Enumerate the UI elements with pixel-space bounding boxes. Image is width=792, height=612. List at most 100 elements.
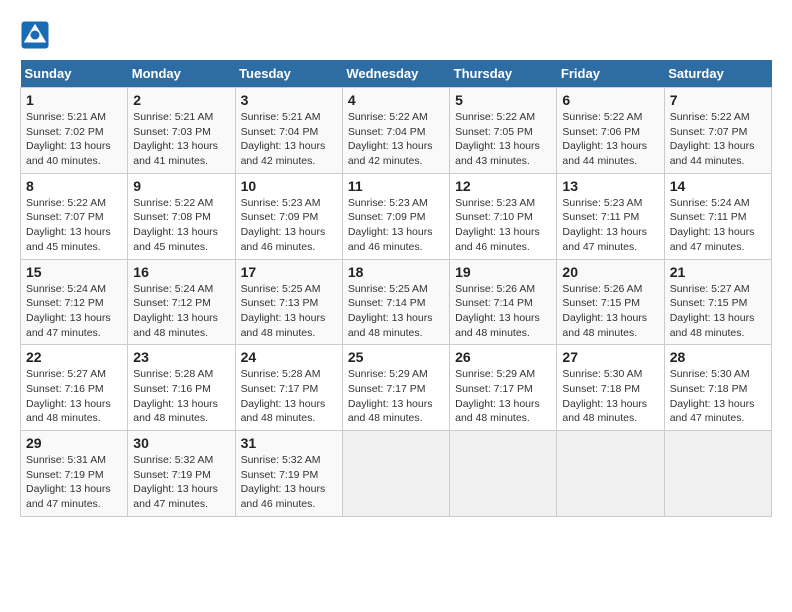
- day-number: 31: [241, 435, 337, 451]
- day-info: Sunrise: 5:24 AM Sunset: 7:12 PM Dayligh…: [26, 282, 122, 341]
- day-number: 10: [241, 178, 337, 194]
- calendar-cell: 7 Sunrise: 5:22 AM Sunset: 7:07 PM Dayli…: [664, 88, 771, 174]
- day-info: Sunrise: 5:26 AM Sunset: 7:14 PM Dayligh…: [455, 282, 551, 341]
- calendar-week-5: 29 Sunrise: 5:31 AM Sunset: 7:19 PM Dayl…: [21, 431, 772, 517]
- calendar-header: SundayMondayTuesdayWednesdayThursdayFrid…: [21, 60, 772, 88]
- day-number: 15: [26, 264, 122, 280]
- calendar-cell: 6 Sunrise: 5:22 AM Sunset: 7:06 PM Dayli…: [557, 88, 664, 174]
- calendar-cell: 18 Sunrise: 5:25 AM Sunset: 7:14 PM Dayl…: [342, 259, 449, 345]
- day-info: Sunrise: 5:25 AM Sunset: 7:14 PM Dayligh…: [348, 282, 444, 341]
- calendar-cell: 13 Sunrise: 5:23 AM Sunset: 7:11 PM Dayl…: [557, 173, 664, 259]
- calendar-cell: 27 Sunrise: 5:30 AM Sunset: 7:18 PM Dayl…: [557, 345, 664, 431]
- calendar-cell: 1 Sunrise: 5:21 AM Sunset: 7:02 PM Dayli…: [21, 88, 128, 174]
- day-number: 22: [26, 349, 122, 365]
- calendar-cell: [664, 431, 771, 517]
- header-cell-monday: Monday: [128, 60, 235, 88]
- calendar-week-1: 1 Sunrise: 5:21 AM Sunset: 7:02 PM Dayli…: [21, 88, 772, 174]
- day-info: Sunrise: 5:28 AM Sunset: 7:16 PM Dayligh…: [133, 367, 229, 426]
- day-info: Sunrise: 5:21 AM Sunset: 7:02 PM Dayligh…: [26, 110, 122, 169]
- calendar-cell: 23 Sunrise: 5:28 AM Sunset: 7:16 PM Dayl…: [128, 345, 235, 431]
- day-info: Sunrise: 5:27 AM Sunset: 7:15 PM Dayligh…: [670, 282, 766, 341]
- header-cell-thursday: Thursday: [450, 60, 557, 88]
- day-info: Sunrise: 5:23 AM Sunset: 7:10 PM Dayligh…: [455, 196, 551, 255]
- day-info: Sunrise: 5:25 AM Sunset: 7:13 PM Dayligh…: [241, 282, 337, 341]
- day-number: 28: [670, 349, 766, 365]
- calendar-cell: 31 Sunrise: 5:32 AM Sunset: 7:19 PM Dayl…: [235, 431, 342, 517]
- calendar-cell: 10 Sunrise: 5:23 AM Sunset: 7:09 PM Dayl…: [235, 173, 342, 259]
- calendar-cell: 11 Sunrise: 5:23 AM Sunset: 7:09 PM Dayl…: [342, 173, 449, 259]
- calendar-cell: 30 Sunrise: 5:32 AM Sunset: 7:19 PM Dayl…: [128, 431, 235, 517]
- calendar-body: 1 Sunrise: 5:21 AM Sunset: 7:02 PM Dayli…: [21, 88, 772, 517]
- day-info: Sunrise: 5:32 AM Sunset: 7:19 PM Dayligh…: [241, 453, 337, 512]
- calendar-cell: 3 Sunrise: 5:21 AM Sunset: 7:04 PM Dayli…: [235, 88, 342, 174]
- day-number: 19: [455, 264, 551, 280]
- calendar-cell: 14 Sunrise: 5:24 AM Sunset: 7:11 PM Dayl…: [664, 173, 771, 259]
- day-info: Sunrise: 5:29 AM Sunset: 7:17 PM Dayligh…: [455, 367, 551, 426]
- calendar-week-2: 8 Sunrise: 5:22 AM Sunset: 7:07 PM Dayli…: [21, 173, 772, 259]
- day-info: Sunrise: 5:22 AM Sunset: 7:05 PM Dayligh…: [455, 110, 551, 169]
- day-info: Sunrise: 5:26 AM Sunset: 7:15 PM Dayligh…: [562, 282, 658, 341]
- calendar-cell: 15 Sunrise: 5:24 AM Sunset: 7:12 PM Dayl…: [21, 259, 128, 345]
- calendar-cell: 12 Sunrise: 5:23 AM Sunset: 7:10 PM Dayl…: [450, 173, 557, 259]
- calendar-cell: 4 Sunrise: 5:22 AM Sunset: 7:04 PM Dayli…: [342, 88, 449, 174]
- calendar-cell: [342, 431, 449, 517]
- day-info: Sunrise: 5:22 AM Sunset: 7:08 PM Dayligh…: [133, 196, 229, 255]
- calendar-week-4: 22 Sunrise: 5:27 AM Sunset: 7:16 PM Dayl…: [21, 345, 772, 431]
- calendar-cell: [557, 431, 664, 517]
- calendar-cell: 19 Sunrise: 5:26 AM Sunset: 7:14 PM Dayl…: [450, 259, 557, 345]
- day-number: 16: [133, 264, 229, 280]
- day-number: 21: [670, 264, 766, 280]
- logo-icon: [20, 20, 50, 50]
- day-info: Sunrise: 5:23 AM Sunset: 7:11 PM Dayligh…: [562, 196, 658, 255]
- day-info: Sunrise: 5:22 AM Sunset: 7:07 PM Dayligh…: [26, 196, 122, 255]
- day-number: 11: [348, 178, 444, 194]
- day-number: 29: [26, 435, 122, 451]
- day-info: Sunrise: 5:31 AM Sunset: 7:19 PM Dayligh…: [26, 453, 122, 512]
- day-number: 9: [133, 178, 229, 194]
- day-number: 5: [455, 92, 551, 108]
- day-number: 8: [26, 178, 122, 194]
- calendar-cell: 9 Sunrise: 5:22 AM Sunset: 7:08 PM Dayli…: [128, 173, 235, 259]
- day-number: 6: [562, 92, 658, 108]
- day-info: Sunrise: 5:22 AM Sunset: 7:04 PM Dayligh…: [348, 110, 444, 169]
- day-info: Sunrise: 5:21 AM Sunset: 7:04 PM Dayligh…: [241, 110, 337, 169]
- day-info: Sunrise: 5:22 AM Sunset: 7:06 PM Dayligh…: [562, 110, 658, 169]
- calendar-cell: [450, 431, 557, 517]
- calendar-cell: 5 Sunrise: 5:22 AM Sunset: 7:05 PM Dayli…: [450, 88, 557, 174]
- day-number: 23: [133, 349, 229, 365]
- header-cell-friday: Friday: [557, 60, 664, 88]
- header-cell-wednesday: Wednesday: [342, 60, 449, 88]
- calendar-cell: 21 Sunrise: 5:27 AM Sunset: 7:15 PM Dayl…: [664, 259, 771, 345]
- calendar-cell: 16 Sunrise: 5:24 AM Sunset: 7:12 PM Dayl…: [128, 259, 235, 345]
- day-info: Sunrise: 5:27 AM Sunset: 7:16 PM Dayligh…: [26, 367, 122, 426]
- day-number: 27: [562, 349, 658, 365]
- day-number: 1: [26, 92, 122, 108]
- calendar-cell: 26 Sunrise: 5:29 AM Sunset: 7:17 PM Dayl…: [450, 345, 557, 431]
- day-info: Sunrise: 5:30 AM Sunset: 7:18 PM Dayligh…: [670, 367, 766, 426]
- day-info: Sunrise: 5:24 AM Sunset: 7:11 PM Dayligh…: [670, 196, 766, 255]
- day-info: Sunrise: 5:21 AM Sunset: 7:03 PM Dayligh…: [133, 110, 229, 169]
- calendar-cell: 25 Sunrise: 5:29 AM Sunset: 7:17 PM Dayl…: [342, 345, 449, 431]
- day-info: Sunrise: 5:22 AM Sunset: 7:07 PM Dayligh…: [670, 110, 766, 169]
- header-cell-sunday: Sunday: [21, 60, 128, 88]
- day-info: Sunrise: 5:23 AM Sunset: 7:09 PM Dayligh…: [241, 196, 337, 255]
- calendar-cell: 22 Sunrise: 5:27 AM Sunset: 7:16 PM Dayl…: [21, 345, 128, 431]
- day-number: 4: [348, 92, 444, 108]
- calendar-cell: 2 Sunrise: 5:21 AM Sunset: 7:03 PM Dayli…: [128, 88, 235, 174]
- day-number: 14: [670, 178, 766, 194]
- day-info: Sunrise: 5:32 AM Sunset: 7:19 PM Dayligh…: [133, 453, 229, 512]
- day-number: 26: [455, 349, 551, 365]
- calendar-cell: 8 Sunrise: 5:22 AM Sunset: 7:07 PM Dayli…: [21, 173, 128, 259]
- day-number: 12: [455, 178, 551, 194]
- day-number: 25: [348, 349, 444, 365]
- calendar-cell: 29 Sunrise: 5:31 AM Sunset: 7:19 PM Dayl…: [21, 431, 128, 517]
- day-info: Sunrise: 5:29 AM Sunset: 7:17 PM Dayligh…: [348, 367, 444, 426]
- calendar-table: SundayMondayTuesdayWednesdayThursdayFrid…: [20, 60, 772, 517]
- page-header: [20, 20, 772, 50]
- day-number: 13: [562, 178, 658, 194]
- day-number: 30: [133, 435, 229, 451]
- day-number: 2: [133, 92, 229, 108]
- day-info: Sunrise: 5:28 AM Sunset: 7:17 PM Dayligh…: [241, 367, 337, 426]
- calendar-cell: 28 Sunrise: 5:30 AM Sunset: 7:18 PM Dayl…: [664, 345, 771, 431]
- day-number: 24: [241, 349, 337, 365]
